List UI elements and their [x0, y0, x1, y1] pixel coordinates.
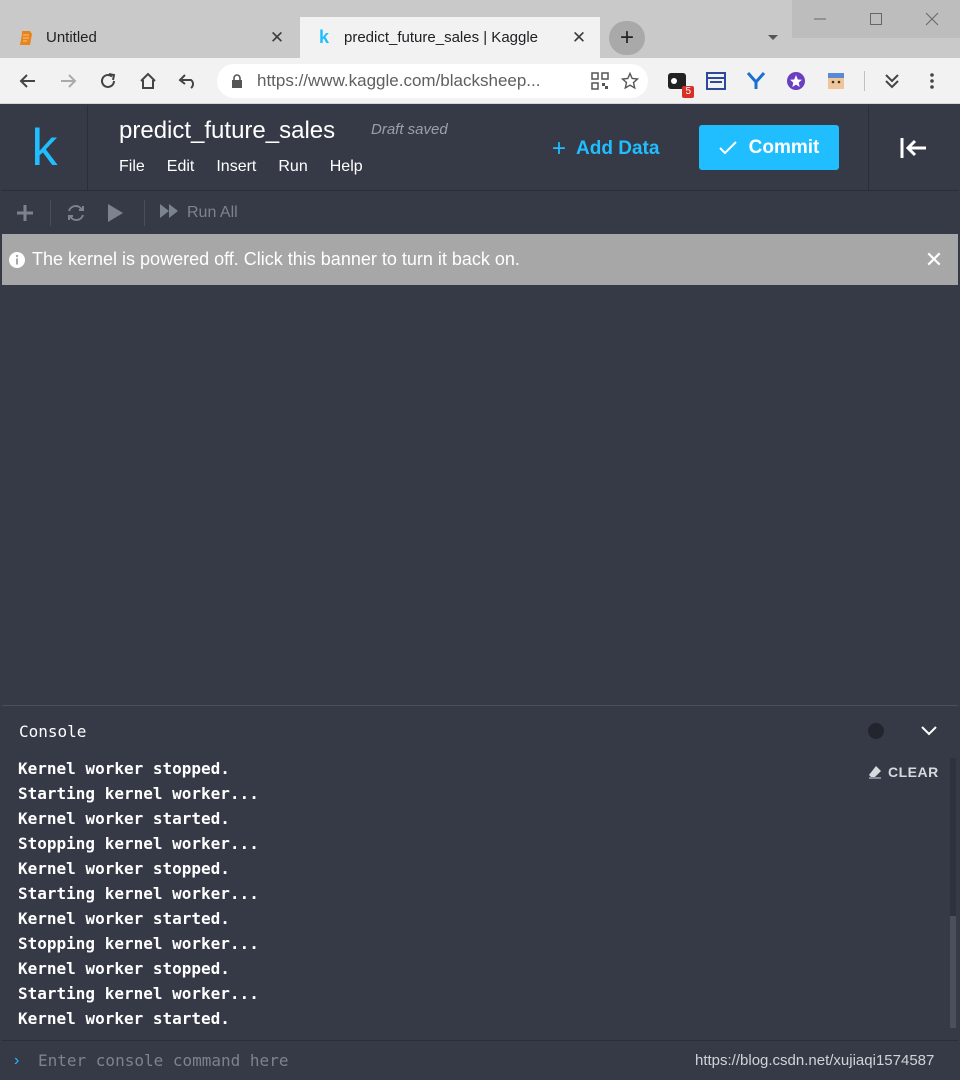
extension-badge: 5 — [682, 86, 694, 98]
menu-insert[interactable]: Insert — [216, 158, 256, 176]
clear-label: CLEAR — [888, 764, 939, 780]
menu-run[interactable]: Run — [278, 158, 307, 176]
eraser-icon — [868, 765, 882, 779]
window-controls — [792, 0, 960, 38]
browser-menu-icon[interactable] — [919, 68, 945, 94]
menu-edit[interactable]: Edit — [167, 158, 195, 176]
kaggle-editor-header: k predict_future_sales Draft saved File … — [2, 105, 958, 191]
console-title: Console — [19, 722, 87, 741]
extension-face-icon[interactable] — [823, 68, 849, 94]
checkmark-icon — [718, 140, 737, 155]
undo-icon[interactable] — [173, 66, 203, 96]
document-icon — [18, 30, 34, 46]
console-log-line: Stopping kernel worker... — [18, 834, 259, 853]
banner-message: The kernel is powered off. Click this ba… — [32, 249, 520, 269]
extension-window-icon[interactable] — [703, 68, 729, 94]
extension-star-badge-icon[interactable] — [783, 68, 809, 94]
info-icon — [8, 251, 26, 269]
kaggle-logo[interactable]: k — [2, 105, 88, 191]
console-log-line: Kernel worker started. — [18, 809, 230, 828]
collapse-sidebar-icon[interactable] — [868, 105, 958, 191]
console-log-line: Kernel worker started. — [18, 1009, 230, 1028]
browser-tab-strip: Untitled ✕ k predict_future_sales | Kagg… — [0, 0, 960, 58]
commit-button[interactable]: Commit — [699, 125, 839, 170]
console-log-line: Kernel worker stopped. — [18, 759, 230, 778]
toolbar-divider — [144, 200, 145, 226]
extension-y-icon[interactable] — [743, 68, 769, 94]
console-log-line: Kernel worker stopped. — [18, 959, 230, 978]
extension-ghostery-icon[interactable]: 5 — [664, 68, 694, 98]
console-scrollbar-thumb[interactable] — [950, 916, 956, 1028]
restart-kernel-icon[interactable] — [66, 200, 86, 226]
commit-label: Commit — [748, 136, 820, 158]
tab-title: Untitled — [46, 29, 97, 46]
menu-help[interactable]: Help — [330, 158, 363, 176]
console-log-line: Starting kernel worker... — [18, 784, 259, 803]
console-command-input[interactable] — [38, 1051, 678, 1070]
console-log-line: Starting kernel worker... — [18, 984, 259, 1003]
tab-search-dropdown-icon[interactable] — [766, 31, 780, 45]
add-data-label: Add Data — [576, 138, 660, 159]
console-panel: Console Kernel worker stopped. Starting … — [2, 705, 958, 1040]
run-all-label: Run All — [187, 204, 238, 221]
tab-close-icon[interactable]: ✕ — [266, 27, 288, 49]
kernel-status-indicator — [868, 723, 884, 739]
minimize-icon[interactable] — [792, 0, 848, 38]
run-cell-play-icon[interactable] — [106, 200, 124, 226]
bookmark-star-icon[interactable] — [618, 69, 642, 93]
console-log-line: Stopping kernel worker... — [18, 934, 259, 953]
new-tab-button[interactable]: + — [609, 21, 645, 55]
watermark-text: https://blog.csdn.net/xujiaqi1574587 — [695, 1052, 935, 1069]
browser-tab-kaggle[interactable]: k predict_future_sales | Kaggle ✕ — [300, 17, 600, 58]
forward-arrow-icon[interactable] — [53, 66, 83, 96]
home-icon[interactable] — [133, 66, 163, 96]
toolbar-divider — [50, 200, 51, 226]
editor-menu-bar: File Edit Insert Run Help — [119, 158, 385, 176]
notebook-toolbar: Run All — [2, 191, 958, 234]
menu-file[interactable]: File — [119, 158, 145, 176]
console-log-line: Starting kernel worker... — [18, 884, 259, 903]
banner-close-icon[interactable]: ✕ — [922, 247, 946, 272]
back-arrow-icon[interactable] — [13, 66, 43, 96]
extensions-overflow-icon[interactable] — [879, 68, 905, 94]
kaggle-k-icon: k — [318, 27, 329, 47]
save-status: Draft saved — [371, 121, 448, 138]
browser-tab-untitled[interactable]: Untitled ✕ — [2, 17, 298, 58]
close-window-icon[interactable] — [904, 0, 960, 38]
notebook-title[interactable]: predict_future_sales — [119, 117, 335, 145]
reload-icon[interactable] — [93, 66, 123, 96]
chevron-down-icon[interactable] — [919, 721, 939, 741]
fast-forward-icon — [159, 203, 179, 224]
address-bar[interactable]: https://www.kaggle.com/blacksheep... — [217, 64, 648, 98]
add-data-button[interactable]: + Add Data — [552, 135, 659, 163]
console-log: Kernel worker stopped. Starting kernel w… — [18, 756, 259, 1031]
tab-title: predict_future_sales | Kaggle — [344, 29, 539, 46]
toolbar-separator — [864, 71, 865, 91]
console-scrollbar[interactable] — [950, 758, 956, 1028]
url-text: https://www.kaggle.com/blacksheep... — [257, 71, 541, 90]
qr-code-icon[interactable] — [588, 69, 612, 93]
plus-icon: + — [552, 135, 567, 162]
console-log-line: Kernel worker stopped. — [18, 859, 230, 878]
run-all-button[interactable]: Run All — [159, 200, 238, 226]
kernel-off-banner[interactable]: The kernel is powered off. Click this ba… — [2, 234, 958, 285]
maximize-icon[interactable] — [848, 0, 904, 38]
tab-close-icon[interactable]: ✕ — [568, 27, 590, 49]
add-cell-icon[interactable] — [16, 200, 34, 226]
console-log-line: Kernel worker started. — [18, 909, 230, 928]
clear-console-button[interactable]: CLEAR — [868, 764, 939, 780]
browser-toolbar: https://www.kaggle.com/blacksheep... 5 — [0, 58, 960, 104]
console-prompt-icon: › — [14, 1051, 20, 1069]
lock-icon — [231, 74, 245, 88]
notebook-cells-area[interactable] — [2, 285, 958, 705]
